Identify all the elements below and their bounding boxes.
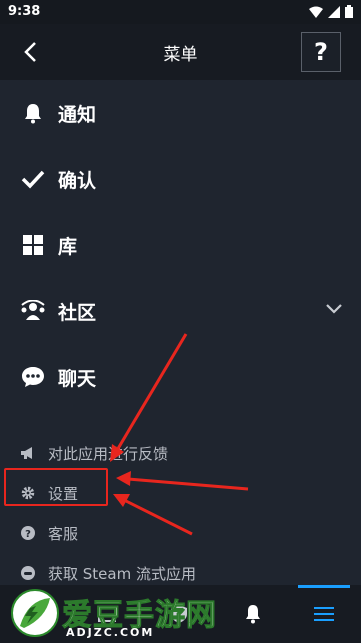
help-button[interactable]: ? — [301, 32, 341, 72]
menu-item-label: 库 — [58, 235, 78, 258]
menu-item-community[interactable]: 社区 — [0, 278, 361, 344]
hamburger-menu-icon — [314, 607, 334, 621]
watermark-logo-icon — [11, 589, 59, 637]
status-icons — [309, 5, 353, 18]
menu-item-confirmations[interactable]: 确认 — [0, 146, 361, 212]
site-watermark: 爱豆手游网 ADJZC.COM — [4, 582, 264, 643]
menu-item-label: 聊天 — [58, 367, 97, 390]
megaphone-icon — [20, 445, 36, 461]
status-bar: 9:38 — [0, 0, 361, 24]
wifi-icon — [309, 6, 323, 18]
svg-text:?: ? — [25, 529, 31, 540]
menu-item-label: 社区 — [58, 301, 97, 324]
active-tab-indicator — [298, 585, 350, 588]
grid-icon — [20, 232, 46, 258]
chat-icon — [20, 364, 46, 390]
main-menu: 通知 确认 库 社区 聊天 — [0, 80, 361, 410]
submenu-item-label: 对此应用进行反馈 — [48, 444, 169, 463]
submenu-item-label: 获取 Steam 流式应用 — [48, 564, 196, 583]
submenu-item-label: 客服 — [48, 524, 79, 543]
controller-icon — [20, 565, 36, 581]
menu-item-library[interactable]: 库 — [0, 212, 361, 278]
submenu-item-support[interactable]: ? 客服 — [0, 513, 361, 553]
submenu-item-feedback[interactable]: 对此应用进行反馈 — [0, 433, 361, 473]
watermark-domain: ADJZC.COM — [66, 626, 155, 639]
chevron-down-icon[interactable] — [325, 300, 343, 319]
app-header: 菜单 ? — [0, 24, 361, 80]
menu-item-label: 通知 — [58, 103, 97, 126]
community-icon — [20, 298, 46, 324]
tab-menu[interactable] — [307, 597, 341, 631]
check-icon — [20, 166, 46, 192]
secondary-menu: 对此应用进行反馈 设置 ? 客服 获取 Steam 流式应用 — [0, 433, 361, 593]
help-circle-icon: ? — [20, 525, 36, 541]
settings-highlight-box — [4, 468, 108, 506]
menu-item-chat[interactable]: 聊天 — [0, 344, 361, 410]
menu-item-notifications[interactable]: 通知 — [0, 80, 361, 146]
bell-icon — [20, 100, 46, 126]
menu-item-label: 确认 — [58, 169, 97, 192]
status-time: 9:38 — [8, 4, 41, 19]
battery-icon — [345, 5, 353, 18]
signal-icon — [328, 5, 340, 18]
